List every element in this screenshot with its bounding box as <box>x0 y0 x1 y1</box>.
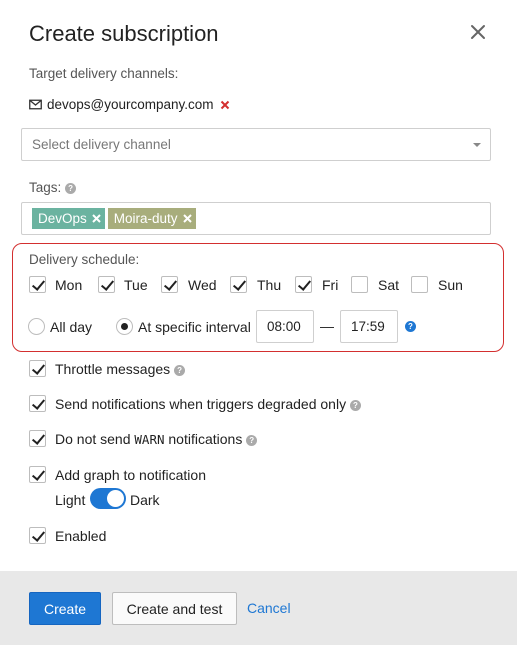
warn-label: Do not send WARN notifications ? <box>55 431 258 447</box>
theme-dark-label: Dark <box>130 492 160 508</box>
day-checkbox-thu[interactable] <box>230 276 247 293</box>
help-icon[interactable]: ? <box>65 182 77 194</box>
schedule-label: Delivery schedule: <box>29 252 140 267</box>
throttle-text: Throttle messages <box>55 361 171 377</box>
all-day-radio[interactable] <box>28 318 45 335</box>
close-icon[interactable] <box>468 22 488 42</box>
tags-label-text: Tags: <box>29 180 62 195</box>
warn-code: WARN <box>134 432 165 447</box>
remove-tag-icon[interactable] <box>182 214 192 223</box>
warn-checkbox[interactable] <box>29 430 46 447</box>
graph-label: Add graph to notification <box>55 467 206 483</box>
create-button[interactable]: Create <box>29 592 101 625</box>
throttle-label: Throttle messages ? <box>55 361 186 377</box>
day-checkbox-wed[interactable] <box>161 276 178 293</box>
remove-tag-icon[interactable] <box>92 214 101 223</box>
tags-label: Tags: ? <box>29 180 77 195</box>
warn-suffix: notifications <box>168 431 243 447</box>
day-checkbox-tue[interactable] <box>98 276 115 293</box>
channel-email: devops@yourcompany.com <box>47 97 214 112</box>
day-label: Mon <box>55 277 83 293</box>
specific-interval-label: At specific interval <box>138 319 251 335</box>
tags-input[interactable]: DevOps Moira-duty <box>21 202 491 235</box>
toggle-knob <box>107 490 124 507</box>
throttle-checkbox[interactable] <box>29 360 46 377</box>
day-label: Sat <box>378 277 400 293</box>
theme-light-label: Light <box>55 492 86 508</box>
cancel-link[interactable]: Cancel <box>247 600 291 616</box>
all-day-label: All day <box>50 319 93 335</box>
delivery-channel-select[interactable]: Select delivery channel <box>21 128 491 161</box>
help-icon[interactable]: ? <box>405 321 416 332</box>
start-time-input[interactable]: 08:00 <box>256 310 314 343</box>
channels-label: Target delivery channels: <box>29 66 179 81</box>
tag-label: DevOps <box>38 211 87 226</box>
day-checkbox-mon[interactable] <box>29 276 46 293</box>
day-checkbox-sun[interactable] <box>411 276 428 293</box>
tag-chip: Moira-duty <box>107 208 196 229</box>
day-checkbox-fri[interactable] <box>295 276 312 293</box>
create-and-test-button[interactable]: Create and test <box>112 592 237 625</box>
warn-prefix: Do not send <box>55 431 131 447</box>
degraded-text: Send notifications when triggers degrade… <box>55 396 347 412</box>
degraded-label: Send notifications when triggers degrade… <box>55 396 361 412</box>
day-checkbox-sat[interactable] <box>351 276 368 293</box>
day-label: Fri <box>322 277 339 293</box>
help-icon[interactable]: ? <box>174 364 186 376</box>
day-label: Wed <box>188 277 217 293</box>
enabled-label: Enabled <box>55 528 107 544</box>
specific-interval-radio[interactable] <box>116 318 133 335</box>
theme-toggle[interactable] <box>90 488 126 509</box>
remove-channel-icon[interactable] <box>220 100 230 110</box>
mail-icon <box>29 99 42 110</box>
page-title: Create subscription <box>29 21 219 46</box>
help-icon[interactable]: ? <box>349 399 361 411</box>
day-label: Sun <box>438 277 463 293</box>
end-time-input[interactable]: 17:59 <box>340 310 398 343</box>
help-icon[interactable]: ? <box>246 434 258 446</box>
time-separator: — <box>320 318 334 334</box>
dialog-footer: Create Create and test Cancel <box>0 571 517 645</box>
graph-checkbox[interactable] <box>29 466 46 483</box>
select-placeholder: Select delivery channel <box>32 137 171 152</box>
enabled-checkbox[interactable] <box>29 527 46 544</box>
day-label: Thu <box>257 277 282 293</box>
channel-item: devops@yourcompany.com <box>29 97 230 112</box>
day-label: Tue <box>124 277 148 293</box>
tag-chip: DevOps <box>32 208 105 229</box>
chevron-down-icon <box>473 143 481 147</box>
tag-label: Moira-duty <box>113 211 178 226</box>
degraded-checkbox[interactable] <box>29 395 46 412</box>
